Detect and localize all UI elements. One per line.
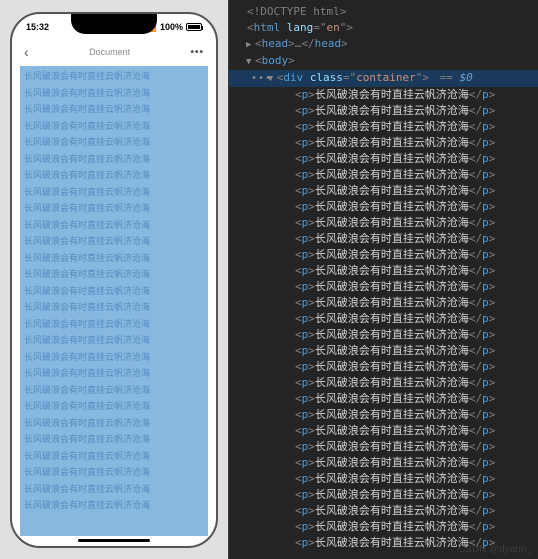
html-lang-attr: lang — [287, 21, 314, 34]
content-line: 长风破浪会有时直挂云帆济沧海 — [24, 167, 204, 184]
content-line: 长风破浪会有时直挂云帆济沧海 — [24, 431, 204, 448]
content-line: 长风破浪会有时直挂云帆济沧海 — [24, 332, 204, 349]
page-title: Document — [89, 47, 130, 57]
p-node[interactable]: <p>长风破浪会有时直挂云帆济沧海</p> — [229, 423, 538, 439]
doctype-text: <!DOCTYPE html> — [247, 5, 346, 18]
html-node[interactable]: <html lang="en"> — [229, 20, 538, 36]
p-node[interactable]: <p>长风破浪会有时直挂云帆济沧海</p> — [229, 471, 538, 487]
content-line: 长风破浪会有时直挂云帆济沧海 — [24, 299, 204, 316]
devtools-elements-panel[interactable]: <!DOCTYPE html> <html lang="en"> ▶<head>… — [228, 0, 538, 559]
body-node[interactable]: ▼<body> — [229, 53, 538, 70]
content-line: 长风破浪会有时直挂云帆济沧海 — [24, 68, 204, 85]
phone-preview-pane: 15:32 📶 100% ‹ Document ••• 长风破浪会有时直挂云帆济… — [0, 0, 228, 559]
more-icon[interactable]: ••• — [190, 47, 204, 58]
expand-arrow-icon[interactable]: ▶ — [246, 37, 255, 53]
p-node[interactable]: <p>长风破浪会有时直挂云帆济沧海</p> — [229, 167, 538, 183]
content-line: 长风破浪会有时直挂云帆济沧海 — [24, 481, 204, 498]
home-indicator[interactable] — [78, 539, 150, 542]
p-node[interactable]: <p>长风破浪会有时直挂云帆济沧海</p> — [229, 263, 538, 279]
content-line: 长风破浪会有时直挂云帆济沧海 — [24, 398, 204, 415]
content-line: 长风破浪会有时直挂云帆济沧海 — [24, 233, 204, 250]
content-line: 长风破浪会有时直挂云帆济沧海 — [24, 464, 204, 481]
p-node[interactable]: <p>长风破浪会有时直挂云帆济沧海</p> — [229, 359, 538, 375]
p-node[interactable]: <p>长风破浪会有时直挂云帆济沧海</p> — [229, 103, 538, 119]
content-line: 长风破浪会有时直挂云帆济沧海 — [24, 85, 204, 102]
p-node[interactable]: <p>长风破浪会有时直挂云帆济沧海</p> — [229, 215, 538, 231]
p-node[interactable]: <p>长风破浪会有时直挂云帆济沧海</p> — [229, 279, 538, 295]
p-node[interactable]: <p>长风破浪会有时直挂云帆济沧海</p> — [229, 439, 538, 455]
content-line: 长风破浪会有时直挂云帆济沧海 — [24, 448, 204, 465]
phone-frame: 15:32 📶 100% ‹ Document ••• 长风破浪会有时直挂云帆济… — [10, 12, 218, 548]
content-line: 长风破浪会有时直挂云帆济沧海 — [24, 101, 204, 118]
content-line: 长风破浪会有时直挂云帆济沧海 — [24, 415, 204, 432]
collapse-arrow-icon[interactable]: ▼ — [246, 54, 255, 70]
content-line: 长风破浪会有时直挂云帆济沧海 — [24, 134, 204, 151]
p-node[interactable]: <p>长风破浪会有时直挂云帆济沧海</p> — [229, 151, 538, 167]
content-line: 长风破浪会有时直挂云帆济沧海 — [24, 200, 204, 217]
p-node[interactable]: <p>长风破浪会有时直挂云帆济沧海</p> — [229, 407, 538, 423]
phone-notch — [71, 14, 157, 34]
content-line: 长风破浪会有时直挂云帆济沧海 — [24, 497, 204, 514]
p-node[interactable]: <p>长风破浪会有时直挂云帆济沧海</p> — [229, 87, 538, 103]
p-node[interactable]: <p>长风破浪会有时直挂云帆济沧海</p> — [229, 519, 538, 535]
content-line: 长风破浪会有时直挂云帆济沧海 — [24, 266, 204, 283]
content-line: 长风破浪会有时直挂云帆济沧海 — [24, 349, 204, 366]
selected-marker-eq: == — [433, 71, 460, 84]
content-line: 长风破浪会有时直挂云帆济沧海 — [24, 184, 204, 201]
p-node[interactable]: <p>长风破浪会有时直挂云帆济沧海</p> — [229, 311, 538, 327]
p-node[interactable]: <p>长风破浪会有时直挂云帆济沧海</p> — [229, 503, 538, 519]
back-icon[interactable]: ‹ — [24, 44, 29, 60]
status-time: 15:32 — [26, 22, 49, 32]
content-line: 长风破浪会有时直挂云帆济沧海 — [24, 217, 204, 234]
p-node[interactable]: <p>长风破浪会有时直挂云帆济沧海</p> — [229, 391, 538, 407]
content-line: 长风破浪会有时直挂云帆济沧海 — [24, 151, 204, 168]
content-line: 长风破浪会有时直挂云帆济沧海 — [24, 118, 204, 135]
p-node[interactable]: <p>长风破浪会有时直挂云帆济沧海</p> — [229, 375, 538, 391]
p-node[interactable]: <p>长风破浪会有时直挂云帆济沧海</p> — [229, 295, 538, 311]
p-node[interactable]: <p>长风破浪会有时直挂云帆济沧海</p> — [229, 487, 538, 503]
content-line: 长风破浪会有时直挂云帆济沧海 — [24, 283, 204, 300]
html-open-bracket: < — [247, 21, 254, 34]
class-attr: class — [310, 71, 343, 84]
container-node-selected[interactable]: ••• ▼<div class="container"> == $0 — [229, 70, 538, 87]
p-node[interactable]: <p>长风破浪会有时直挂云帆济沧海</p> — [229, 199, 538, 215]
content-line: 长风破浪会有时直挂云帆济沧海 — [24, 316, 204, 333]
nav-bar: ‹ Document ••• — [12, 40, 216, 64]
selected-marker-var: $0 — [460, 71, 473, 84]
battery-icon — [186, 23, 202, 31]
p-node[interactable]: <p>长风破浪会有时直挂云帆济沧海</p> — [229, 247, 538, 263]
p-node[interactable]: <p>长风破浪会有时直挂云帆济沧海</p> — [229, 455, 538, 471]
content-line: 长风破浪会有时直挂云帆济沧海 — [24, 365, 204, 382]
p-node[interactable]: <p>长风破浪会有时直挂云帆济沧海</p> — [229, 119, 538, 135]
p-node[interactable]: <p>长风破浪会有时直挂云帆济沧海</p> — [229, 343, 538, 359]
watermark: CSDN @dyann_ — [458, 544, 532, 555]
p-node[interactable]: <p>长风破浪会有时直挂云帆济沧海</p> — [229, 135, 538, 151]
p-node[interactable]: <p>长风破浪会有时直挂云帆济沧海</p> — [229, 231, 538, 247]
collapse-arrow-icon[interactable]: ▼ — [268, 71, 277, 87]
content-line: 长风破浪会有时直挂云帆济沧海 — [24, 250, 204, 267]
content-line: 长风破浪会有时直挂云帆济沧海 — [24, 382, 204, 399]
doctype-node[interactable]: <!DOCTYPE html> — [229, 4, 538, 20]
battery-pct: 100% — [160, 22, 183, 32]
head-node[interactable]: ▶<head>…</head> — [229, 36, 538, 53]
p-node[interactable]: <p>长风破浪会有时直挂云帆济沧海</p> — [229, 183, 538, 199]
page-viewport[interactable]: 长风破浪会有时直挂云帆济沧海长风破浪会有时直挂云帆济沧海长风破浪会有时直挂云帆济… — [20, 66, 208, 536]
p-node[interactable]: <p>长风破浪会有时直挂云帆济沧海</p> — [229, 327, 538, 343]
